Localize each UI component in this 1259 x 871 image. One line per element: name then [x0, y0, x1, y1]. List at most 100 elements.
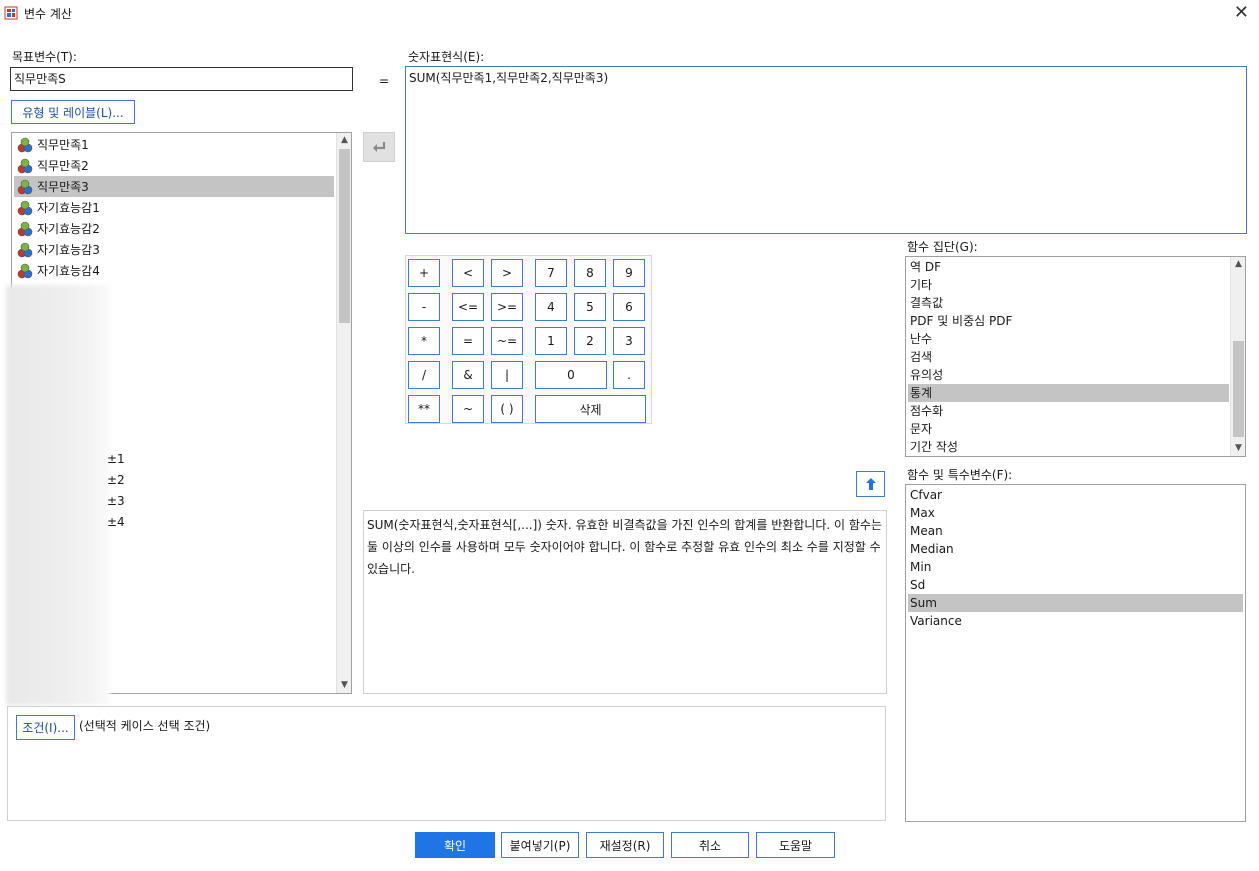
type-and-label-button[interactable]: 유형 및 레이블(L)...	[11, 100, 135, 124]
keypad-key[interactable]: >=	[491, 293, 523, 321]
variable-item-partial[interactable]: ±3	[107, 494, 125, 508]
equals-sign: =	[379, 74, 390, 88]
keypad-key[interactable]: <=	[452, 293, 484, 321]
keypad-key[interactable]: 2	[574, 327, 606, 355]
function-group-item[interactable]: 유의성	[908, 366, 1229, 384]
function-group-item[interactable]: 기간 작성	[908, 438, 1229, 456]
scroll-down-icon[interactable]: ▼	[337, 678, 351, 693]
keypad-key[interactable]: 9	[613, 259, 645, 287]
variable-item[interactable]: 직무만족3	[14, 176, 334, 197]
scroll-down-icon[interactable]: ▼	[1231, 441, 1245, 456]
function-group-item[interactable]: 점수화	[908, 402, 1229, 420]
scale-variable-icon	[17, 200, 33, 215]
numeric-expression-value: SUM(직무만족1,직무만족2,직무만족3)	[409, 71, 609, 85]
scroll-up-icon[interactable]: ▲	[1231, 257, 1245, 272]
function-group-list[interactable]: ▲ ▼ 역 DF 기타 결측값 PDF 및 비중심 PDF 난수 검색 유의성 통계 점수화 문자…	[905, 256, 1246, 457]
variable-item-partial[interactable]: ±2	[107, 473, 125, 487]
target-variable-label: 목표변수(T):	[12, 50, 77, 64]
variable-item[interactable]: 자기효능감3	[14, 239, 334, 260]
keypad-key[interactable]: &	[452, 361, 484, 389]
scroll-up-icon[interactable]: ▲	[337, 133, 351, 148]
function-group-item[interactable]: 문자	[908, 420, 1229, 438]
keypad-key[interactable]: =	[452, 327, 484, 355]
transfer-variable-button[interactable]	[363, 132, 395, 162]
function-group-item[interactable]: 결측값	[908, 294, 1229, 312]
function-item[interactable]: Median	[908, 540, 1243, 558]
keypad-key[interactable]: |	[491, 361, 523, 389]
keypad-key[interactable]: 5	[574, 293, 606, 321]
window-title: 변수 계산	[24, 7, 72, 21]
keypad-key[interactable]: 6	[613, 293, 645, 321]
keypad-key[interactable]: 7	[535, 259, 567, 287]
insert-function-button[interactable]	[856, 471, 885, 497]
cancel-button[interactable]: 취소	[671, 832, 749, 858]
variable-item[interactable]: 자기효능감4	[14, 260, 334, 281]
function-item[interactable]: Sum	[908, 594, 1243, 612]
function-item[interactable]: Variance	[908, 612, 1243, 630]
up-arrow-icon	[865, 478, 876, 490]
variable-item-partial[interactable]: ±4	[107, 515, 125, 529]
keypad-key[interactable]: -	[408, 293, 440, 321]
keypad-key[interactable]: *	[408, 327, 440, 355]
blurred-region	[6, 285, 110, 705]
return-arrow-icon	[373, 142, 386, 152]
function-group-item[interactable]: 검색	[908, 348, 1229, 366]
function-item[interactable]: Min	[908, 558, 1243, 576]
variable-item-partial[interactable]: ±1	[107, 452, 125, 466]
scale-variable-icon	[17, 263, 33, 278]
variable-name: 자기효능감2	[37, 222, 100, 236]
keypad-key[interactable]: +	[408, 259, 440, 287]
condition-text: (선택적 케이스 선택 조건)	[79, 719, 211, 733]
function-group-item[interactable]: 역 DF	[908, 258, 1229, 276]
keypad-key[interactable]: .	[613, 361, 645, 389]
keypad-key[interactable]: 1	[535, 327, 567, 355]
keypad-key[interactable]: ~=	[491, 327, 523, 355]
scroll-thumb[interactable]	[339, 149, 350, 323]
numeric-expression-label: 숫자표현식(E):	[408, 50, 485, 64]
functions-label: 함수 및 특수변수(F):	[907, 468, 1013, 482]
function-item[interactable]: Cfvar	[908, 486, 1243, 504]
keypad-key[interactable]: 3	[613, 327, 645, 355]
function-group-item[interactable]: 난수	[908, 330, 1229, 348]
help-button[interactable]: 도움말	[756, 832, 835, 858]
reset-button[interactable]: 재설정(R)	[586, 832, 664, 858]
scale-variable-icon	[17, 137, 33, 152]
keypad-key[interactable]: <	[452, 259, 484, 287]
keypad-key[interactable]: 0	[535, 361, 607, 389]
function-description-text: SUM(숫자표현식,숫자표현식[,...]) 숫자. 유효한 비결측값을 가진 …	[367, 518, 882, 576]
function-group-item[interactable]: 기타	[908, 276, 1229, 294]
function-group-item[interactable]: 통계	[908, 384, 1229, 402]
keypad-key[interactable]: >	[491, 259, 523, 287]
close-icon[interactable]: ✕	[1234, 2, 1249, 23]
variable-item[interactable]: 자기효능감1	[14, 197, 334, 218]
variable-list-scrollbar[interactable]: ▲ ▼	[336, 133, 351, 693]
variable-item[interactable]: 직무만족1	[14, 134, 334, 155]
condition-button[interactable]: 조건(I)...	[16, 715, 75, 740]
function-group-item[interactable]: PDF 및 비중심 PDF	[908, 312, 1229, 330]
paste-button[interactable]: 붙여넣기(P)	[501, 832, 579, 858]
scale-variable-icon	[17, 221, 33, 236]
scale-variable-icon	[17, 179, 33, 194]
function-item[interactable]: Mean	[908, 522, 1243, 540]
keypad-key[interactable]: 4	[535, 293, 567, 321]
function-item[interactable]: Sd	[908, 576, 1243, 594]
keypad-key[interactable]: **	[408, 395, 440, 423]
functions-list[interactable]: Cfvar Max Mean Median Min Sd Sum Variance	[905, 484, 1246, 822]
scroll-thumb[interactable]	[1233, 341, 1244, 437]
keypad-key[interactable]: ~	[452, 395, 484, 423]
numeric-expression-input[interactable]: SUM(직무만족1,직무만족2,직무만족3)	[405, 66, 1247, 234]
function-group-scrollbar[interactable]: ▲ ▼	[1230, 257, 1245, 456]
variable-name: 직무만족2	[37, 159, 89, 173]
scale-variable-icon	[17, 242, 33, 257]
variable-name: 자기효능감4	[37, 264, 100, 278]
keypad-key[interactable]: /	[408, 361, 440, 389]
ok-button[interactable]: 확인	[415, 832, 495, 858]
delete-key[interactable]: 삭제	[535, 395, 646, 423]
target-variable-value: 직무만족S	[14, 72, 66, 86]
function-item[interactable]: Max	[908, 504, 1243, 522]
variable-item[interactable]: 자기효능감2	[14, 218, 334, 239]
target-variable-input[interactable]: 직무만족S	[10, 67, 353, 91]
variable-item[interactable]: 직무만족2	[14, 155, 334, 176]
keypad-key[interactable]: 8	[574, 259, 606, 287]
keypad-key[interactable]: ( )	[491, 395, 523, 423]
